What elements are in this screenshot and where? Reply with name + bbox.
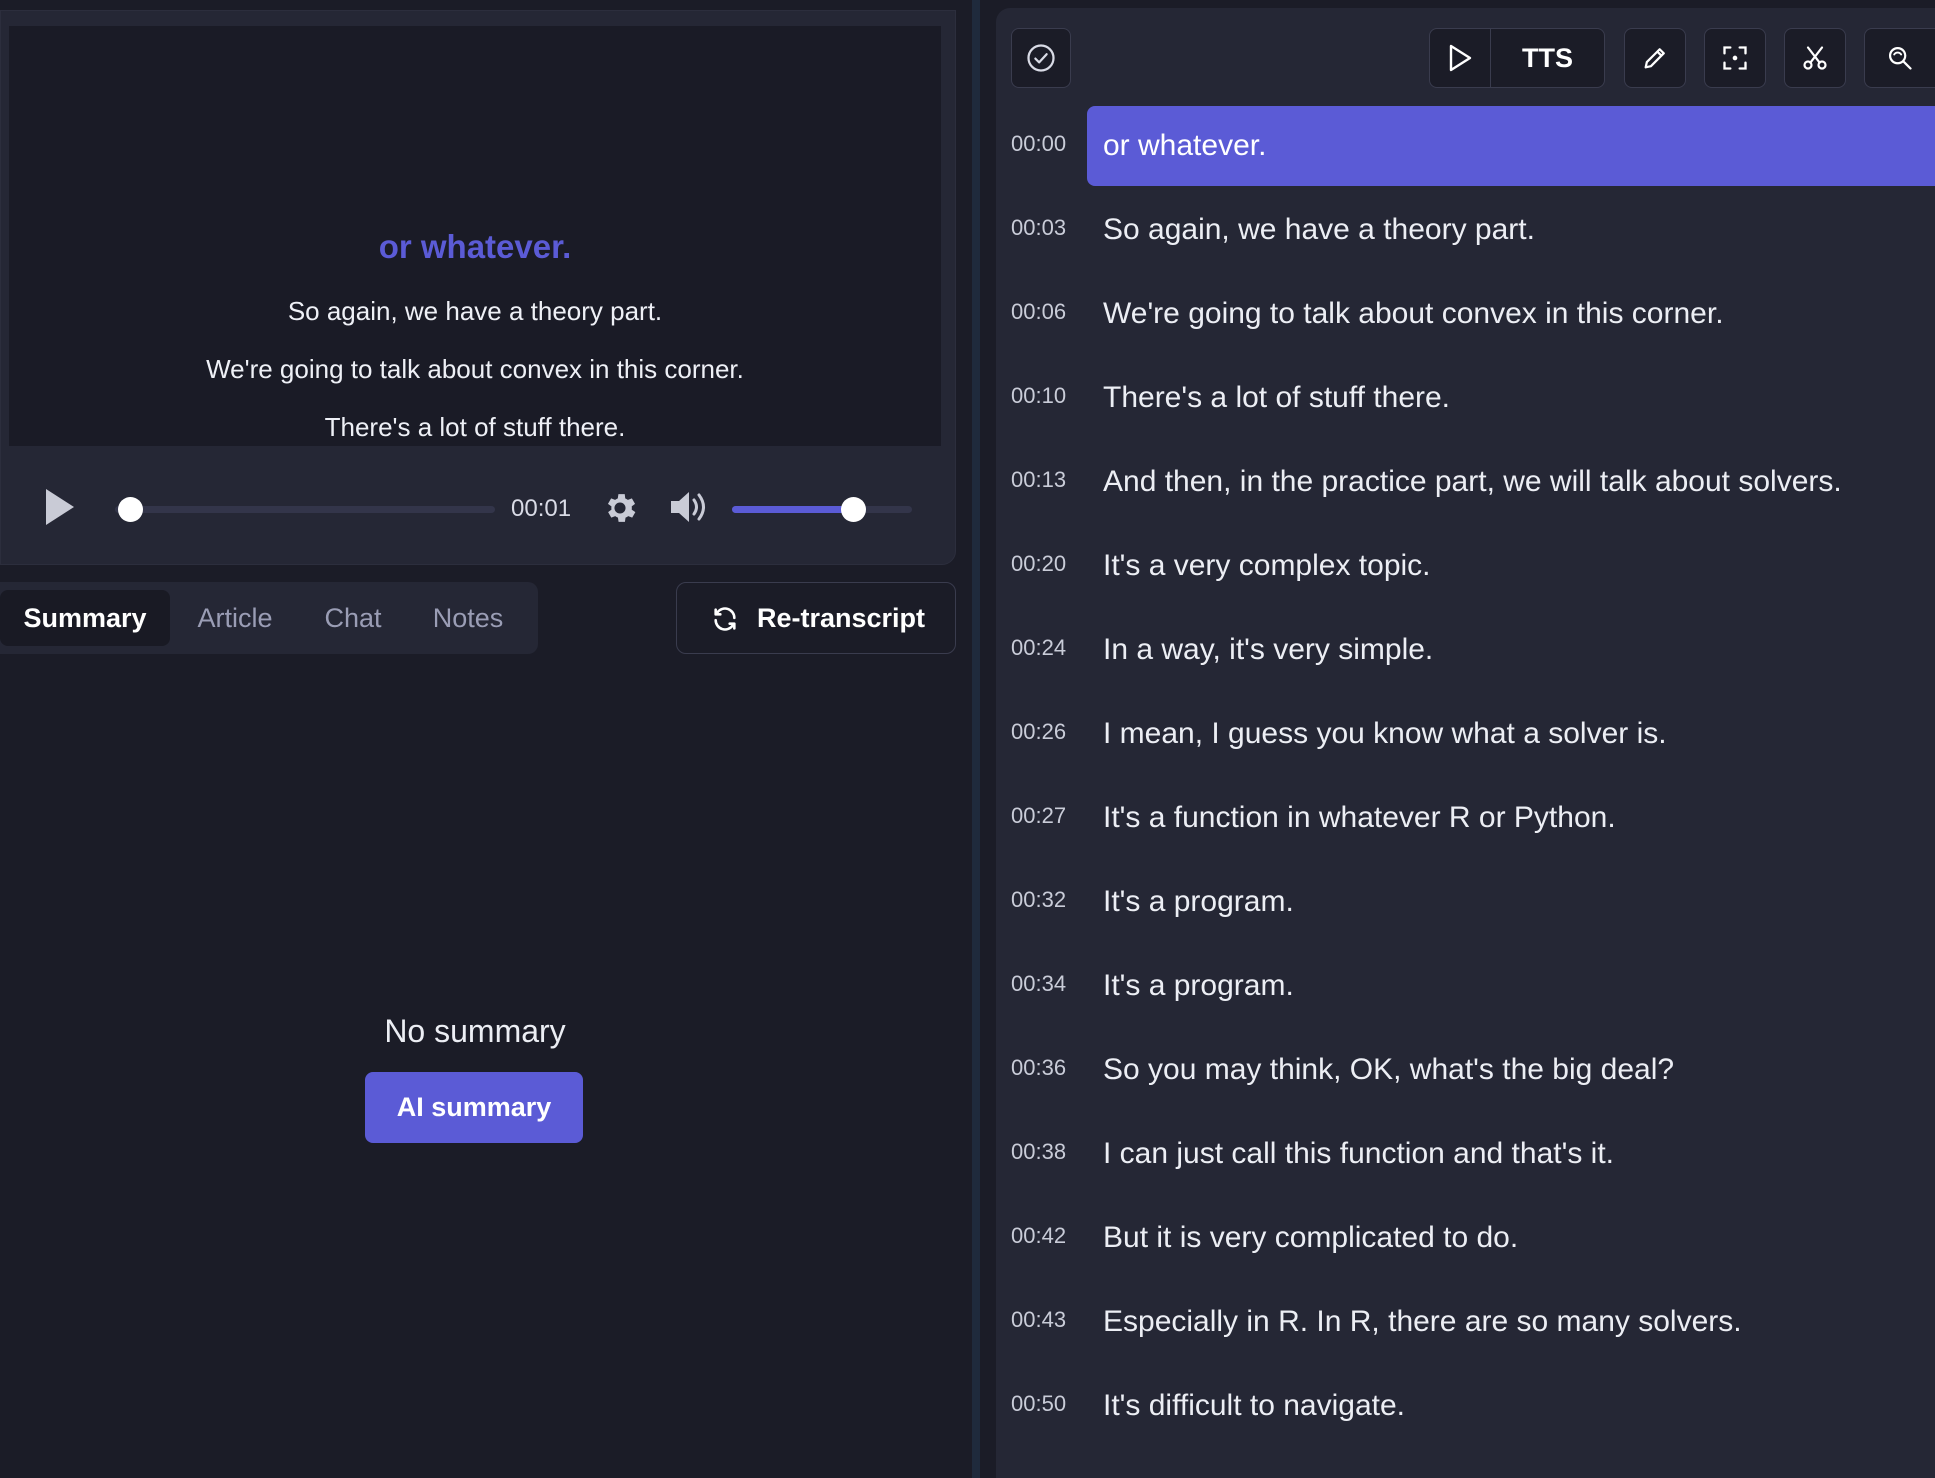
play-icon bbox=[46, 489, 74, 525]
transcript-segment[interactable]: 00:50 It's difficult to navigate. bbox=[996, 1366, 1935, 1450]
player-controls: 00:01 bbox=[1, 451, 957, 561]
segment-text[interactable]: or whatever. bbox=[1087, 106, 1935, 186]
transcript-segment[interactable]: 00:10 There's a lot of stuff there. bbox=[996, 358, 1935, 442]
cut-button[interactable] bbox=[1784, 28, 1846, 88]
segment-timestamp[interactable]: 00:26 bbox=[1011, 719, 1066, 745]
segment-timestamp[interactable]: 00:20 bbox=[1011, 551, 1066, 577]
progress-slider[interactable] bbox=[115, 497, 495, 522]
transcript-segment[interactable]: 00:43 Especially in R. In R, there are so… bbox=[996, 1282, 1935, 1366]
transcript-segment[interactable]: 00:27 It's a function in whatever R or Py… bbox=[996, 778, 1935, 862]
media-player: or whatever. So again, we have a theory … bbox=[0, 10, 956, 565]
tts-button[interactable]: TTS bbox=[1491, 28, 1605, 88]
segment-text[interactable]: We're going to talk about convex in this… bbox=[1087, 274, 1935, 354]
transcript-segment[interactable]: 00:13 And then, in the practice part, we … bbox=[996, 442, 1935, 526]
subtitle-line: There's a lot of stuff there. bbox=[324, 412, 626, 442]
volume-slider[interactable] bbox=[732, 497, 912, 522]
retranscript-label: Re-transcript bbox=[757, 603, 926, 633]
app-root: or whatever. So again, we have a theory … bbox=[0, 0, 1935, 1478]
focus-icon bbox=[1723, 46, 1747, 70]
video-area[interactable]: or whatever. So again, we have a theory … bbox=[9, 26, 941, 446]
segment-timestamp[interactable]: 00:03 bbox=[1011, 215, 1066, 241]
segment-text[interactable]: And then, in the practice part, we will … bbox=[1087, 442, 1935, 522]
segment-timestamp[interactable]: 00:43 bbox=[1011, 1307, 1066, 1333]
segment-text[interactable]: So again, we have a theory part. bbox=[1087, 190, 1935, 270]
segment-text[interactable]: There's a lot of stuff there. bbox=[1087, 358, 1935, 438]
segment-text[interactable]: It's difficult to navigate. bbox=[1087, 1366, 1935, 1446]
play-icon bbox=[1449, 44, 1472, 72]
check-circle-icon bbox=[1027, 44, 1055, 72]
transcript-segment[interactable]: 00:36 So you may think, OK, what's the bi… bbox=[996, 1030, 1935, 1114]
segment-timestamp[interactable]: 00:42 bbox=[1011, 1223, 1066, 1249]
segment-text[interactable]: So you may think, OK, what's the big dea… bbox=[1087, 1030, 1935, 1110]
volume-fill bbox=[732, 506, 853, 513]
volume-thumb[interactable] bbox=[840, 497, 866, 522]
tab-article[interactable]: Article bbox=[180, 590, 290, 646]
transcript-list: 00:00 or whatever. 00:03 So again, we have … bbox=[996, 106, 1935, 1450]
subtitle-line: So again, we have a theory part. bbox=[287, 296, 663, 326]
segment-timestamp[interactable]: 00:24 bbox=[1011, 635, 1066, 661]
volume-button[interactable] bbox=[667, 487, 711, 527]
segment-timestamp[interactable]: 00:36 bbox=[1011, 1055, 1066, 1081]
progress-thumb[interactable] bbox=[118, 497, 144, 522]
no-summary-text: No summary bbox=[384, 1013, 566, 1049]
segment-text[interactable]: Especially in R. In R, there are so many… bbox=[1087, 1282, 1935, 1362]
edit-button[interactable] bbox=[1624, 28, 1686, 88]
segment-timestamp[interactable]: 00:10 bbox=[1011, 383, 1066, 409]
transcript-segment[interactable]: 00:20 It's a very complex topic. bbox=[996, 526, 1935, 610]
segment-timestamp[interactable]: 00:34 bbox=[1011, 971, 1066, 997]
transcript-segment[interactable]: 00:38 I can just call this function and t… bbox=[996, 1114, 1935, 1198]
tab-summary[interactable]: Summary bbox=[0, 590, 170, 646]
segment-text[interactable]: But it is very complicated to do. bbox=[1087, 1198, 1935, 1278]
current-subtitle: or whatever. bbox=[378, 228, 572, 265]
segment-text[interactable]: It's a function in whatever R or Python. bbox=[1087, 778, 1935, 858]
tab-notes[interactable]: Notes bbox=[418, 590, 518, 646]
transcript-panel: TTS 00:00 or whatever. 00:03 So again, w… bbox=[996, 8, 1935, 1478]
transcript-segment[interactable]: 00:24 In a way, it's very simple. bbox=[996, 610, 1935, 694]
volume-icon bbox=[671, 492, 705, 522]
focus-button[interactable] bbox=[1704, 28, 1766, 88]
confirm-button[interactable] bbox=[1011, 28, 1071, 88]
segment-timestamp[interactable]: 00:13 bbox=[1011, 467, 1066, 493]
left-panel: or whatever. So again, we have a theory … bbox=[0, 0, 972, 1478]
tab-chat[interactable]: Chat bbox=[308, 590, 398, 646]
transcript-segment[interactable]: 00:03 So again, we have a theory part. bbox=[996, 190, 1935, 274]
tab-bar: Summary Article Chat Notes bbox=[0, 582, 538, 654]
segment-text[interactable]: It's a very complex topic. bbox=[1087, 526, 1935, 606]
segment-timestamp[interactable]: 00:27 bbox=[1011, 803, 1066, 829]
transcript-segment[interactable]: 00:32 It's a program. bbox=[996, 862, 1935, 946]
segment-text[interactable]: I can just call this function and that's… bbox=[1087, 1114, 1935, 1194]
segment-text[interactable]: In a way, it's very simple. bbox=[1087, 610, 1935, 690]
transcript-segment[interactable]: 00:06 We're going to talk about convex in… bbox=[996, 274, 1935, 358]
play-button[interactable] bbox=[43, 486, 77, 528]
segment-text[interactable]: It's a program. bbox=[1087, 862, 1935, 942]
transcript-segment[interactable]: 00:34 It's a program. bbox=[996, 946, 1935, 1030]
segment-timestamp[interactable]: 00:50 bbox=[1011, 1391, 1066, 1417]
transcript-segment[interactable]: 00:42 But it is very complicated to do. bbox=[996, 1198, 1935, 1282]
segment-text[interactable]: I mean, I guess you know what a solver i… bbox=[1087, 694, 1935, 774]
ai-summary-button[interactable]: AI summary bbox=[365, 1072, 583, 1143]
segment-timestamp[interactable]: 00:32 bbox=[1011, 887, 1066, 913]
settings-button[interactable] bbox=[601, 489, 639, 527]
segment-timestamp[interactable]: 00:38 bbox=[1011, 1139, 1066, 1165]
pencil-icon bbox=[1644, 48, 1665, 69]
search-replace-button[interactable] bbox=[1864, 28, 1935, 88]
panel-resize-handle[interactable] bbox=[972, 0, 980, 1478]
transcript-toolbar: TTS bbox=[996, 8, 1935, 104]
segment-text[interactable]: It's a program. bbox=[1087, 946, 1935, 1026]
scissors-icon bbox=[1803, 46, 1827, 70]
refresh-icon bbox=[714, 607, 736, 631]
retranscript-button[interactable]: Re-transcript bbox=[676, 582, 956, 654]
segment-timestamp[interactable]: 00:00 bbox=[1011, 131, 1066, 157]
transcript-segment[interactable]: 00:00 or whatever. bbox=[996, 106, 1935, 190]
time-readout: 00:01 bbox=[511, 495, 572, 522]
search-refresh-icon bbox=[1888, 46, 1912, 70]
subtitle-line: We're going to talk about convex in this… bbox=[206, 354, 744, 384]
segment-timestamp[interactable]: 00:06 bbox=[1011, 299, 1066, 325]
tts-play-button[interactable] bbox=[1429, 28, 1491, 88]
transcript-segment[interactable]: 00:26 I mean, I guess you know what a sol… bbox=[996, 694, 1935, 778]
gear-icon bbox=[607, 494, 636, 522]
